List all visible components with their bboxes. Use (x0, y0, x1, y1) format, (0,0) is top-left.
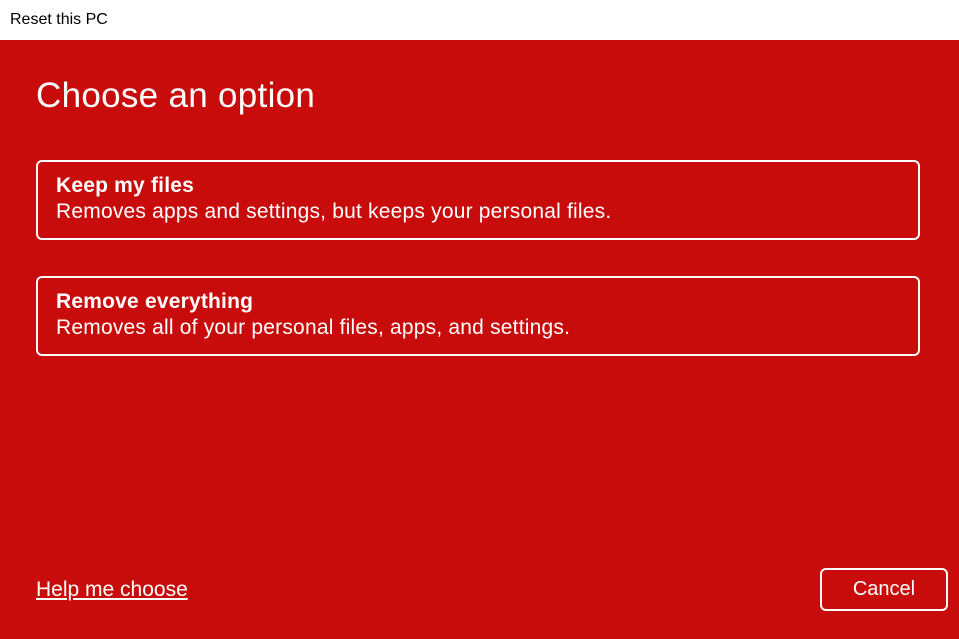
page-heading: Choose an option (36, 76, 923, 116)
option-title: Remove everything (56, 290, 900, 314)
option-remove-everything[interactable]: Remove everything Removes all of your pe… (36, 276, 920, 356)
footer-row: Help me choose Cancel (36, 568, 948, 611)
window-title: Reset this PC (10, 11, 108, 29)
help-me-choose-link[interactable]: Help me choose (36, 578, 188, 602)
option-description: Removes apps and settings, but keeps you… (56, 200, 900, 224)
option-description: Removes all of your personal files, apps… (56, 316, 900, 340)
option-title: Keep my files (56, 174, 900, 198)
cancel-button[interactable]: Cancel (820, 568, 948, 611)
option-keep-my-files[interactable]: Keep my files Removes apps and settings,… (36, 160, 920, 240)
window-title-bar: Reset this PC (0, 0, 959, 40)
main-panel: Choose an option Keep my files Removes a… (0, 40, 959, 639)
